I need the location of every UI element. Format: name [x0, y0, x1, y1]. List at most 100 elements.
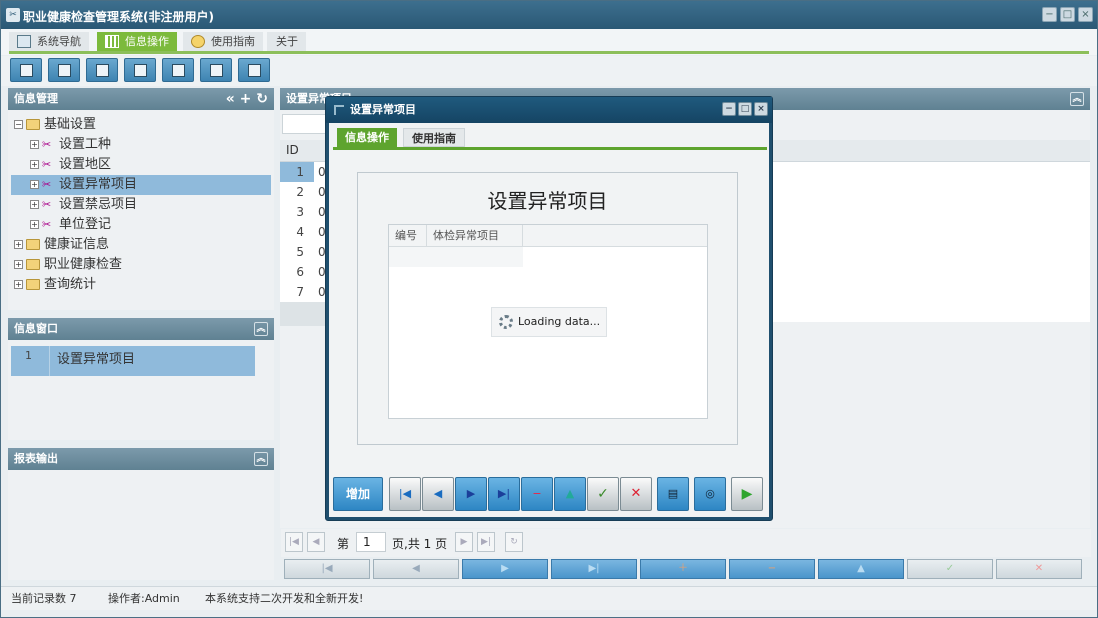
confirm-icon[interactable]: ✓	[587, 477, 619, 511]
folder-icon	[26, 119, 40, 130]
report-output-header: 报表输出 ︽	[8, 448, 274, 470]
maximize-icon[interactable]: □	[738, 102, 752, 116]
last-button[interactable]: ▶|	[551, 559, 637, 579]
row-number[interactable]: 5	[280, 242, 314, 262]
monitor-icon	[172, 64, 185, 77]
status-bar: 当前记录数 7 操作者:Admin 本系统支持二次开发和全新开发!	[1, 586, 1097, 610]
minimize-icon[interactable]: −	[722, 102, 736, 116]
menu-underline	[9, 51, 1089, 54]
last-page-icon[interactable]: ▶|	[477, 532, 495, 552]
row-number[interactable]: 2	[280, 182, 314, 202]
collapse-icon[interactable]: ︽	[254, 322, 268, 336]
refresh-icon[interactable]: ↻	[256, 91, 268, 107]
row-number[interactable]: 3	[280, 202, 314, 222]
collapse-left-icon[interactable]: «	[226, 91, 235, 107]
report-output-panel	[8, 470, 274, 580]
modal-add-button[interactable]: 增加	[333, 477, 383, 511]
modal-tab-guide[interactable]: 使用指南	[403, 128, 465, 147]
column-header[interactable]: 编号	[389, 225, 427, 246]
tab-system-nav[interactable]: 系统导航	[9, 32, 89, 52]
tree-node-query-stats[interactable]: + 查询统计	[14, 275, 96, 295]
tree-node-region[interactable]: + ✂ 设置地区	[30, 155, 111, 175]
delete-button[interactable]: −	[729, 559, 815, 579]
collapse-icon[interactable]: ︽	[1070, 92, 1084, 106]
modal-button-bar: 增加 |◀ ◀ ▶ ▶| − ▲ ✓ ✕ ▤ ◎ ▶	[332, 475, 768, 513]
tree-node-taboo-items[interactable]: + ✂ 设置禁忌项目	[30, 195, 137, 215]
modal-tab-info-ops[interactable]: 信息操作	[337, 128, 397, 147]
close-icon[interactable]: ×	[1078, 7, 1093, 22]
users-icon	[134, 64, 147, 77]
pager: |◀ ◀ 第 1 页,共 1 页 ▶ ▶| ↻	[281, 529, 1091, 557]
prev-record-icon[interactable]: ◀	[422, 477, 454, 511]
tree-node-unit-register[interactable]: + ✂ 单位登记	[30, 215, 111, 235]
refresh-icon[interactable]: ↻	[505, 532, 523, 552]
row-number[interactable]: 6	[280, 262, 314, 282]
edit-button[interactable]: ▲	[818, 559, 904, 579]
row-number[interactable]: 1	[280, 162, 314, 182]
toolbar	[1, 56, 1097, 86]
info-mgmt-header: 信息管理 « + ↻	[8, 88, 274, 110]
cancel-icon[interactable]: ✕	[620, 477, 652, 511]
maximize-icon[interactable]: □	[1060, 7, 1075, 22]
tools-icon: ✂	[42, 137, 52, 151]
confirm-button[interactable]: ✓	[907, 559, 993, 579]
tree-node-abnormal-items[interactable]: + ✂ 设置异常项目	[11, 175, 271, 195]
tab-user-guide[interactable]: 使用指南	[183, 32, 263, 52]
run-icon[interactable]: ▶	[731, 477, 763, 511]
edit-icon[interactable]: ▲	[554, 477, 586, 511]
modal-grid-header: 编号 体检异常项目	[389, 225, 707, 247]
minimize-icon[interactable]: −	[1042, 7, 1057, 22]
preview-icon[interactable]: ◎	[694, 477, 726, 511]
modal-grid: 编号 体检异常项目 Loading data...	[388, 224, 708, 419]
print-icon	[248, 64, 261, 77]
row-number[interactable]: 4	[280, 222, 314, 242]
tab-about[interactable]: 关于	[267, 32, 306, 52]
tab-info-ops[interactable]: 信息操作	[97, 32, 177, 52]
toolbar-print-button[interactable]	[238, 58, 270, 82]
toolbar-document-button[interactable]	[86, 58, 118, 82]
next-record-icon[interactable]: ▶	[455, 477, 487, 511]
tree-node-job-type[interactable]: + ✂ 设置工种	[30, 135, 111, 155]
info-window-header: 信息窗口 ︽	[8, 318, 274, 340]
app-icon: ✂	[6, 8, 20, 22]
next-button[interactable]: ▶	[462, 559, 548, 579]
bottom-button-bar: |◀ ◀ ▶ ▶| ＋ − ▲ ✓ ✕	[281, 557, 1091, 581]
toolbar-export-button[interactable]	[200, 58, 232, 82]
toolbar-monitor-button[interactable]	[162, 58, 194, 82]
grid-footer	[280, 302, 330, 326]
cancel-button[interactable]: ✕	[996, 559, 1082, 579]
last-record-icon[interactable]: ▶|	[488, 477, 520, 511]
toolbar-book-button[interactable]	[48, 58, 80, 82]
toolbar-search-button[interactable]	[10, 58, 42, 82]
tree-node-basic-settings[interactable]: − 基础设置	[14, 115, 96, 135]
collapse-icon[interactable]: ︽	[254, 452, 268, 466]
modal-dialog: 设置异常项目 − □ × 信息操作 使用指南 设置异常项目 编号 体检异常项目 …	[325, 96, 773, 521]
tree-node-health-cert[interactable]: + 健康证信息	[14, 235, 109, 255]
tools-icon: ✂	[42, 157, 52, 171]
prev-page-icon[interactable]: ◀	[307, 532, 325, 552]
grid-icon	[105, 35, 119, 48]
column-header[interactable]: 体检异常项目	[427, 225, 523, 246]
search-icon	[20, 64, 33, 77]
toolbar-users-button[interactable]	[124, 58, 156, 82]
row-number[interactable]: 7	[280, 282, 314, 302]
print-icon[interactable]: ▤	[657, 477, 689, 511]
document-icon	[96, 64, 109, 77]
close-icon[interactable]: ×	[754, 102, 768, 116]
modal-body: 信息操作 使用指南 设置异常项目 编号 体检异常项目 Loading data.…	[329, 123, 769, 517]
page-input[interactable]: 1	[356, 532, 386, 552]
info-window-item[interactable]: 1 设置异常项目	[11, 346, 255, 376]
prev-button[interactable]: ◀	[373, 559, 459, 579]
tree-node-occupational-check[interactable]: + 职业健康检查	[14, 255, 122, 275]
first-page-icon[interactable]: |◀	[285, 532, 303, 552]
next-page-icon[interactable]: ▶	[455, 532, 473, 552]
panel-actions: « + ↻	[226, 88, 268, 110]
delete-icon[interactable]: −	[521, 477, 553, 511]
add-icon[interactable]: +	[240, 91, 252, 107]
folder-icon	[26, 259, 40, 270]
tree-panel: − 基础设置 + ✂ 设置工种 + ✂ 设置地区 + ✂ 设置异常项目 + ✂ 设置禁忌项目 + ✂…	[8, 110, 274, 310]
folder-icon	[26, 279, 40, 290]
first-record-icon[interactable]: |◀	[389, 477, 421, 511]
add-button[interactable]: ＋	[640, 559, 726, 579]
first-button[interactable]: |◀	[284, 559, 370, 579]
